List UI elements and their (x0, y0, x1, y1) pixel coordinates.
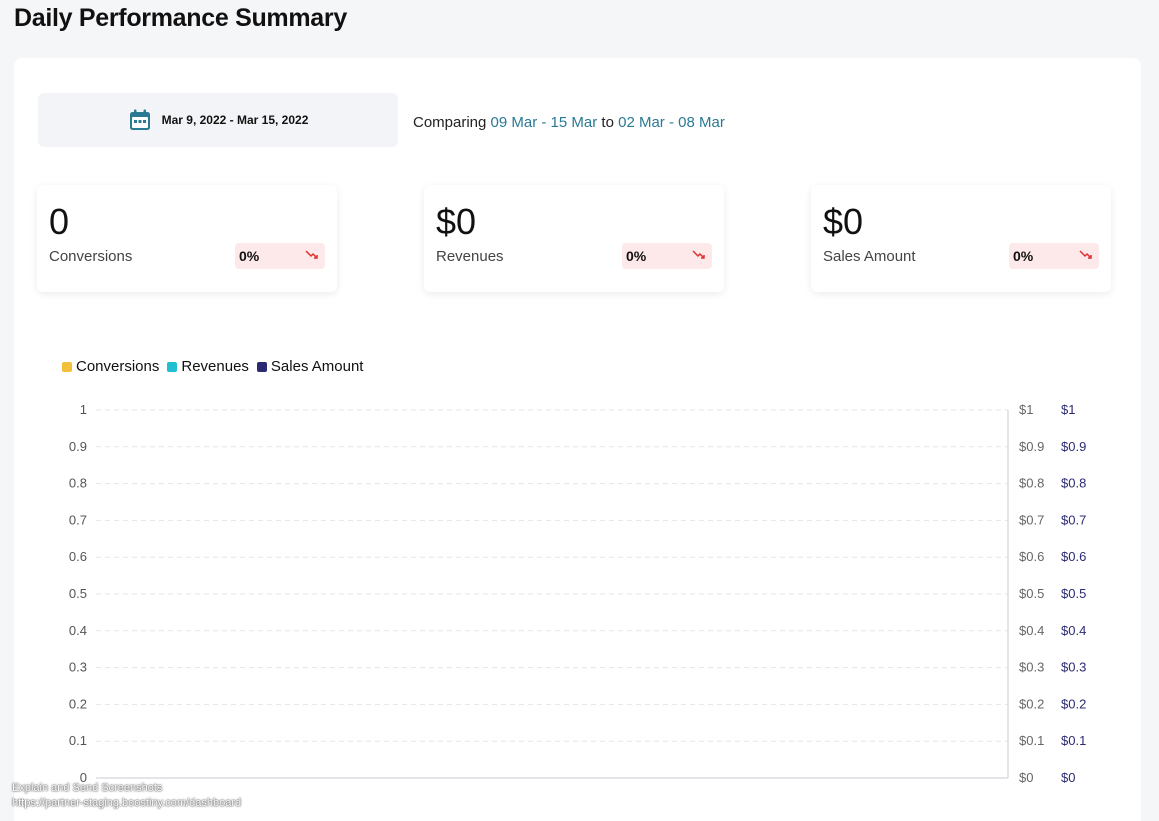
trend-down-icon (692, 247, 706, 265)
y-right-revenue-tick-label: $0.1 (1019, 733, 1044, 748)
y-right-revenue-tick-label: $0.4 (1019, 623, 1044, 638)
date-range-picker[interactable]: Mar 9, 2022 - Mar 15, 2022 (38, 93, 398, 147)
y-right-sales-tick-label: $0.1 (1061, 733, 1086, 748)
y-right-revenue-tick-label: $1 (1019, 402, 1033, 417)
legend-item-sales-amount[interactable]: Sales Amount (256, 358, 364, 375)
legend-label: Revenues (181, 358, 249, 375)
legend-swatch (256, 361, 267, 372)
calendar-icon (128, 108, 152, 132)
kpi-change-badge: 0% (1009, 243, 1099, 269)
y-left-tick-label: 0.6 (69, 549, 87, 564)
y-right-revenue-tick-label: $0.3 (1019, 660, 1044, 675)
kpi-card-revenues: $0 Revenues 0% (424, 185, 724, 292)
y-left-tick-label: 0.8 (69, 476, 87, 491)
summary-panel: Mar 9, 2022 - Mar 15, 2022 Comparing 09 … (14, 58, 1141, 821)
performance-chart: 1 $1 $1 0.9 $0.9 $0.9 0.8 $0.8 $0.8 0.7 $0.7 $0.7 0.… (69, 402, 1086, 785)
y-right-sales-tick-label: $0.7 (1061, 512, 1086, 527)
kpi-change-value: 0% (239, 248, 260, 264)
y-right-sales-tick-label: $0.9 (1061, 439, 1086, 454)
legend-swatch (62, 361, 72, 372)
kpi-value: $0 (436, 201, 477, 242)
y-right-sales-tick-label: $0.6 (1061, 549, 1086, 564)
trend-down-icon (305, 247, 319, 265)
legend-swatch (167, 361, 178, 372)
kpi-change-badge: 0% (235, 243, 325, 269)
comparison-previous-range: 02 Mar - 08 Mar (618, 114, 725, 131)
y-left-tick-label: 0.4 (69, 623, 87, 638)
kpi-card-sales-amount: $0 Sales Amount 0% (811, 185, 1111, 292)
legend-item-conversions[interactable]: Conversions (62, 358, 159, 375)
y-right-sales-tick-label: $0.8 (1061, 476, 1086, 491)
y-right-revenue-tick-label: $0.6 (1019, 549, 1044, 564)
y-right-revenue-tick-label: $0 (1019, 770, 1033, 785)
y-left-tick-label: 1 (80, 402, 87, 417)
comparison-prefix: Comparing (413, 114, 487, 131)
legend-label: Sales Amount (270, 358, 364, 375)
y-left-tick-label: 0.9 (69, 439, 87, 454)
y-right-sales-tick-label: $1 (1061, 402, 1075, 417)
y-left-tick-label: 0.3 (69, 660, 87, 675)
kpi-value: 0 (49, 201, 70, 242)
y-right-revenue-tick-label: $0.9 (1019, 439, 1044, 454)
screenshot-watermark: Explain and Send Screenshots https://par… (12, 781, 241, 811)
comparison-joiner: to (601, 114, 614, 131)
y-left-tick-label: 0.2 (69, 696, 87, 711)
legend-item-revenues[interactable]: Revenues (167, 358, 249, 375)
kpi-card-conversions: 0 Conversions 0% (37, 185, 337, 292)
kpi-label: Sales Amount (823, 248, 916, 265)
y-right-sales-tick-label: $0.5 (1061, 586, 1086, 601)
kpi-label: Conversions (49, 248, 133, 265)
trend-down-icon (1079, 247, 1093, 265)
y-right-sales-tick-label: $0 (1061, 770, 1075, 785)
y-right-sales-tick-label: $0.4 (1061, 623, 1086, 638)
legend-label: Conversions (76, 358, 160, 375)
y-right-sales-tick-label: $0.3 (1061, 660, 1086, 675)
y-left-tick-label: 0.5 (69, 586, 87, 601)
y-right-revenue-tick-label: $0.7 (1019, 512, 1044, 527)
page-title: Daily Performance Summary (14, 4, 347, 32)
kpi-change-badge: 0% (622, 243, 712, 269)
y-left-tick-label: 0.7 (69, 512, 87, 527)
comparison-current-range: 09 Mar - 15 Mar (490, 114, 598, 131)
watermark-line-2: https://partner-staging.boostiny.com/das… (12, 797, 242, 809)
kpi-change-value: 0% (1013, 248, 1034, 264)
y-left-tick-label: 0.1 (69, 733, 87, 748)
y-right-revenue-tick-label: $0.2 (1019, 696, 1044, 711)
kpi-change-value: 0% (626, 248, 647, 264)
kpi-label: Revenues (436, 248, 504, 265)
chart-legend: Conversions Revenues Sales Amount (62, 358, 363, 375)
date-range-text: Mar 9, 2022 - Mar 15, 2022 (161, 113, 309, 127)
y-right-revenue-tick-label: $0.8 (1019, 476, 1044, 491)
y-right-revenue-tick-label: $0.5 (1019, 586, 1044, 601)
kpi-value: $0 (823, 201, 864, 242)
watermark-line-1: Explain and Send Screenshots (12, 782, 163, 794)
comparison-text: Comparing 09 Mar - 15 Mar to 02 Mar - 08… (413, 114, 725, 131)
y-right-sales-tick-label: $0.2 (1061, 696, 1086, 711)
